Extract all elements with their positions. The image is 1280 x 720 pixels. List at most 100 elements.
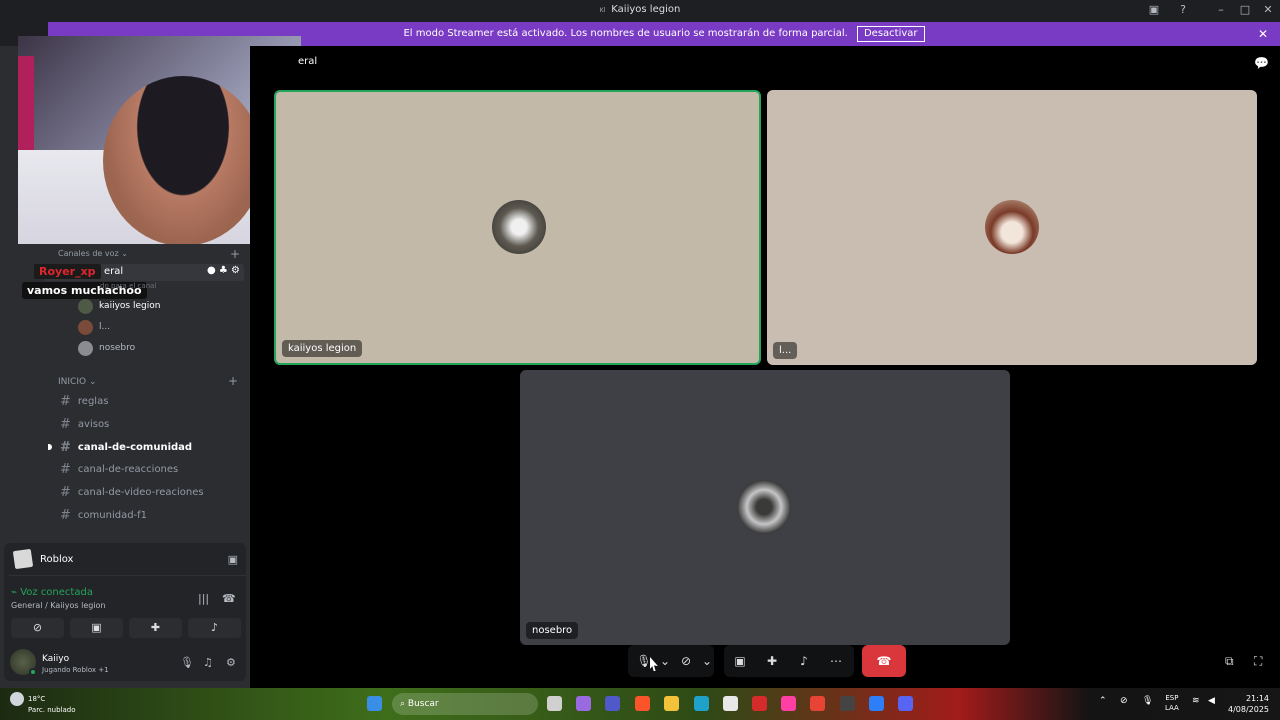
opera-icon[interactable] (781, 696, 796, 711)
activity-row[interactable]: Roblox ▣ (8, 543, 246, 576)
cloud-icon (10, 692, 24, 706)
add-voice-channel-icon[interactable]: + (230, 247, 240, 261)
channel-item[interactable]: # canal-de-reacciones (52, 459, 242, 479)
tray-overflow-icon[interactable]: ⌃ (1099, 696, 1107, 706)
discord-icon[interactable] (898, 696, 913, 711)
voice-user[interactable]: nosebro (78, 340, 135, 356)
hash-icon: # (60, 439, 71, 455)
hash-icon: # (60, 484, 71, 500)
screen-share-button[interactable]: ▣ (70, 618, 123, 638)
voice-user[interactable]: kaiiyos legion (78, 298, 160, 314)
taskbar-search[interactable]: ⌕ Buscar (392, 693, 538, 715)
voice-channel-actions[interactable]: ● ♣ ⚙ (207, 265, 240, 276)
activities-button[interactable]: ✚ (756, 654, 788, 668)
activity-share-icon[interactable]: ▣ (228, 553, 238, 566)
mute-mic-icon[interactable]: 🎙 (180, 656, 194, 669)
task-view-icon[interactable] (547, 696, 562, 711)
search-placeholder: Buscar (407, 699, 439, 709)
store-icon[interactable] (723, 696, 738, 711)
participant-name: kaiiyos legion (282, 340, 363, 357)
more-options-icon[interactable]: ⋯ (820, 654, 852, 668)
volume-icon[interactable]: ◀ (1208, 696, 1215, 706)
temperature: 18°C (28, 695, 46, 703)
hash-icon: # (60, 507, 71, 523)
popout-icon[interactable]: ⧉ (1225, 654, 1234, 669)
brave-icon[interactable] (635, 696, 650, 711)
camera-off-button[interactable]: ⊘ (11, 618, 64, 638)
category-label: INICIO (58, 377, 87, 387)
disconnect-icon[interactable]: ☎ (222, 592, 236, 605)
soundboard-button[interactable]: ♪ (788, 654, 820, 668)
avatar (78, 298, 93, 314)
weather-widget[interactable]: 18°C Parc. nublado (10, 692, 76, 714)
settings-gear-icon[interactable]: ⚙ (226, 656, 236, 669)
chrome-icon[interactable] (810, 696, 825, 711)
participant-tile-kaiiyos[interactable]: kaiiyos legion (274, 90, 761, 365)
close-banner-icon[interactable]: ✕ (1258, 22, 1268, 46)
webcam-person (103, 76, 263, 244)
streamer-mode-text: El modo Streamer está activado. Los nomb… (403, 28, 848, 39)
hash-icon: # (60, 393, 71, 409)
taskbar-clock[interactable]: 21:14 4/08/2025 (1228, 693, 1269, 715)
server-tag: Kl (599, 7, 606, 14)
activity-button[interactable]: ✚ (129, 618, 182, 638)
voice-category-header[interactable]: Canales de voz ⌄ + (58, 247, 240, 261)
avatar (737, 480, 791, 534)
screen-share-status-icon[interactable]: ▣ (1147, 3, 1161, 17)
channel-item[interactable]: # reglas (52, 391, 242, 411)
voice-connected-status[interactable]: ⌁ Voz conectada (11, 587, 93, 598)
windows-start-icon[interactable] (367, 696, 382, 711)
avatar (78, 340, 93, 356)
category-header-inicio[interactable]: INICIO ⌄ + (58, 374, 238, 388)
stage-title: eral (298, 56, 318, 67)
microphone-tray-icon[interactable]: 🎙 (1142, 696, 1153, 706)
copilot-icon[interactable] (576, 696, 591, 711)
network-off-icon[interactable]: ⊘ (1120, 696, 1128, 706)
wps-icon[interactable] (752, 696, 767, 711)
camera-options-chevron-icon[interactable]: ⌄ (702, 654, 712, 668)
channel-item[interactable]: # comunidad-f1 (52, 505, 242, 525)
voice-user-name: l... (99, 322, 111, 332)
edge-icon[interactable] (694, 696, 709, 711)
voice-channel-hint: do para el canal (100, 282, 157, 290)
channel-label: canal-de-video-reaciones (77, 486, 204, 498)
close-window-button[interactable]: ✕ (1261, 3, 1275, 17)
participant-tile-nosebro[interactable]: nosebro (520, 370, 1010, 645)
voice-channel-path[interactable]: General / Kaiiyos legion (11, 601, 106, 610)
voice-user[interactable]: l... (78, 319, 110, 335)
minimize-button[interactable]: – (1214, 3, 1228, 17)
headphones-icon[interactable]: ♫ (203, 656, 213, 669)
mic-options-chevron-icon[interactable]: ⌄ (660, 654, 670, 668)
avatar (78, 319, 93, 335)
channel-item[interactable]: # canal-de-video-reaciones (52, 482, 242, 502)
language-indicator[interactable]: ESP LAA (1165, 693, 1179, 713)
soundboard-button[interactable]: ♪ (188, 618, 241, 638)
fullscreen-icon[interactable]: ⛶ (1254, 654, 1262, 669)
screen-share-button[interactable]: ▣ (724, 654, 756, 668)
add-channel-icon[interactable]: + (228, 374, 238, 388)
participant-name: l... (773, 342, 798, 359)
teams-icon[interactable] (605, 696, 620, 711)
channel-item[interactable]: # avisos (52, 414, 242, 434)
noise-suppression-icon[interactable]: ||| (198, 592, 209, 605)
channel-label: canal-de-reacciones (77, 463, 179, 475)
chat-bubble-icon[interactable]: 💬 (1254, 56, 1269, 70)
roblox-icon (12, 548, 34, 570)
participant-tile-l[interactable]: l... (767, 90, 1257, 365)
disconnect-call-button[interactable]: ☎ (862, 645, 906, 677)
participant-name: nosebro (526, 622, 579, 639)
file-explorer-icon[interactable] (664, 696, 679, 711)
user-info[interactable]: Kaiiyo Jugando Roblox +1 🎙 ♫ ⚙ (10, 648, 240, 678)
maximize-button[interactable]: □ (1238, 3, 1252, 17)
microphone-button[interactable]: 🎙 (628, 654, 660, 668)
github-icon[interactable] (840, 696, 855, 711)
help-icon[interactable]: ? (1176, 3, 1190, 17)
unread-indicator (48, 444, 52, 450)
voice-channel-label: eral (104, 266, 124, 277)
wifi-icon[interactable]: ≋ (1192, 696, 1200, 706)
voice-user-name: kaiiyos legion (99, 301, 161, 311)
camera-button[interactable]: ⊘ (670, 654, 702, 668)
channel-item-unread[interactable]: # canal-de-comunidad (48, 437, 242, 457)
roblox-taskbar-icon[interactable] (869, 696, 884, 711)
disable-streamer-button[interactable]: Desactivar (856, 26, 925, 42)
